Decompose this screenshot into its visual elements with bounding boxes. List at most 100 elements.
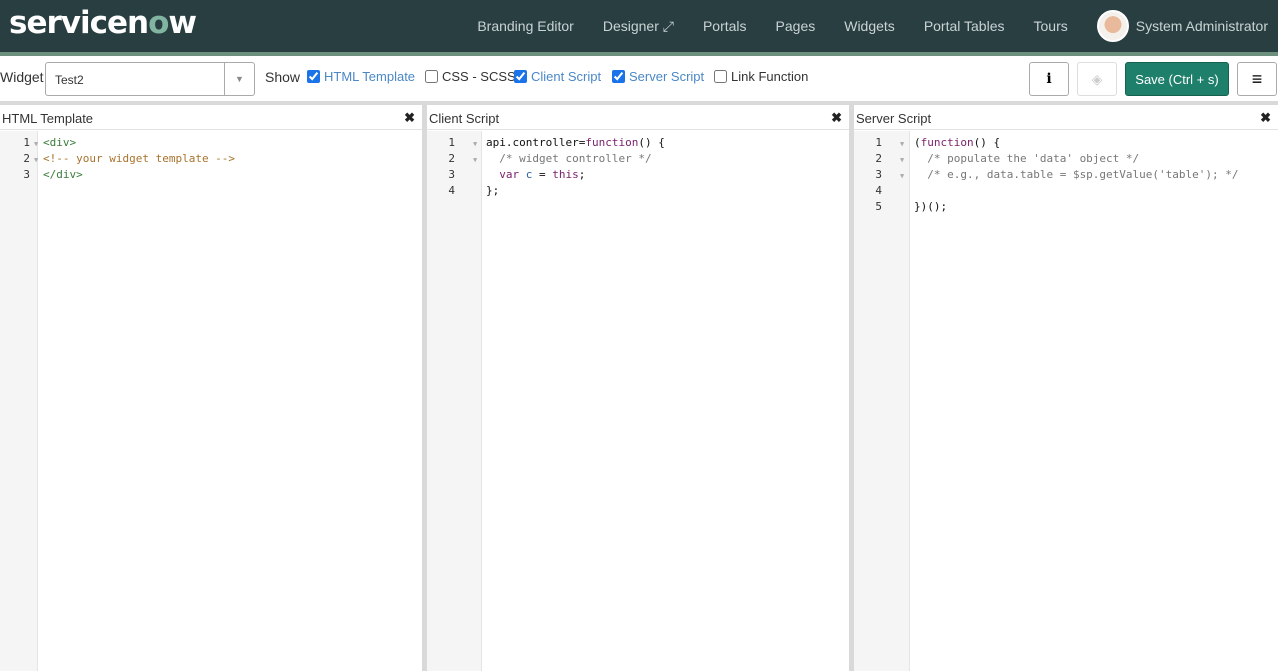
panel-title: Client Script xyxy=(429,111,500,126)
close-icon[interactable]: ✖ xyxy=(831,110,842,126)
code-token: () { xyxy=(638,136,665,149)
line-number: 3 xyxy=(23,168,30,181)
show-label: Show xyxy=(265,69,301,85)
user-name[interactable]: System Administrator xyxy=(1136,18,1268,34)
line-number: 1 xyxy=(875,136,882,149)
checkbox[interactable] xyxy=(714,70,727,83)
servicenow-logo[interactable]: servicenow xyxy=(9,5,197,41)
line-number: 5 xyxy=(875,200,882,213)
fold-arrow-icon[interactable]: ▼ xyxy=(900,172,904,180)
code-token: function xyxy=(585,136,639,149)
fold-arrow-icon xyxy=(900,204,904,212)
nav-item-branding-editor[interactable]: Branding Editor xyxy=(477,18,574,34)
code-token: /* e.g., data.table = $sp.getValue('tabl… xyxy=(914,168,1239,181)
chevron-down-icon[interactable]: ▼ xyxy=(224,63,254,95)
code-line: (function() { xyxy=(914,135,1239,151)
close-icon[interactable]: ✖ xyxy=(404,110,415,126)
panel-header: HTML Template ✖ xyxy=(0,105,422,130)
code-line: /* widget controller */ xyxy=(486,151,665,167)
checkbox[interactable] xyxy=(425,70,438,83)
code-token: /* populate the 'data' object */ xyxy=(914,152,1140,165)
show-option-server-script[interactable]: Server Script xyxy=(612,69,704,84)
fold-markers: ▼ ▼ xyxy=(470,135,477,199)
nav-item-pages[interactable]: Pages xyxy=(776,18,816,34)
fold-arrow-icon[interactable]: ▼ xyxy=(473,140,477,148)
top-navbar: servicenow Branding Editor Designer ⤢ Port… xyxy=(0,0,1278,56)
option-label: CSS - SCSS xyxy=(442,69,516,84)
fold-markers: ▼ ▼ ▼ xyxy=(897,135,904,215)
editor-panel-html-template: HTML Template ✖ 1 2 3 ▼ ▼ <div> <!-- your widge… xyxy=(0,105,422,671)
eye-slash-icon: ◈ xyxy=(1091,70,1103,87)
code-editor[interactable]: api.controller=function() { /* widget co… xyxy=(486,135,665,199)
show-option-html-template[interactable]: HTML Template xyxy=(307,69,415,84)
widget-label: Widget xyxy=(0,69,44,85)
info-button[interactable]: i xyxy=(1029,62,1069,96)
fold-arrow-icon xyxy=(34,172,38,180)
show-option-css-scss[interactable]: CSS - SCSS xyxy=(425,69,516,84)
fold-arrow-icon xyxy=(473,188,477,196)
nav-item-tours[interactable]: Tours xyxy=(1034,18,1068,34)
code-editor[interactable]: (function() { /* populate the 'data' obj… xyxy=(914,135,1239,215)
code-line: api.controller=function() { xyxy=(486,135,665,151)
checkbox[interactable] xyxy=(307,70,320,83)
fold-arrow-icon[interactable]: ▼ xyxy=(900,156,904,164)
code-line: var c = this; xyxy=(486,167,665,183)
hamburger-icon: ≡ xyxy=(1251,68,1263,89)
code-token: })(); xyxy=(914,200,948,213)
code-token: var xyxy=(486,168,526,181)
save-button[interactable]: Save (Ctrl + s) xyxy=(1125,62,1229,96)
close-icon[interactable]: ✖ xyxy=(1260,110,1271,126)
line-number: 2 xyxy=(875,152,882,165)
checkbox[interactable] xyxy=(612,70,625,83)
code-token: <div> xyxy=(43,136,77,149)
fold-arrow-icon[interactable]: ▼ xyxy=(34,140,38,148)
option-label: HTML Template xyxy=(324,69,416,84)
show-option-client-script[interactable]: Client Script xyxy=(514,69,601,84)
show-option-link-function[interactable]: Link Function xyxy=(714,69,808,84)
code-line: <!-- your widget template --> xyxy=(43,151,235,167)
line-number: 4 xyxy=(875,184,882,197)
widget-editor-toolbar: Widget Test2 ▼ Show HTML Template CSS - S… xyxy=(0,56,1278,101)
nav-item-designer[interactable]: Designer ⤢ xyxy=(603,18,674,35)
fold-arrow-icon xyxy=(900,188,904,196)
code-token: ; xyxy=(578,168,586,181)
nav-item-portal-tables[interactable]: Portal Tables xyxy=(924,18,1005,34)
nav-item-widgets[interactable]: Widgets xyxy=(844,18,895,34)
code-token: /* widget controller */ xyxy=(486,152,652,165)
code-token: this xyxy=(552,168,579,181)
option-label: Server Script xyxy=(629,69,705,84)
line-number: 3 xyxy=(448,168,455,181)
widget-select[interactable]: Test2 ▼ xyxy=(45,62,255,96)
fold-arrow-icon[interactable]: ▼ xyxy=(900,140,904,148)
avatar[interactable] xyxy=(1096,10,1129,42)
code-line: <div> xyxy=(43,135,235,151)
code-editor[interactable]: <div> <!-- your widget template --> </div> xyxy=(43,135,235,183)
nav-item-portals[interactable]: Portals xyxy=(703,18,747,34)
fold-markers: ▼ ▼ xyxy=(31,135,38,183)
info-icon: i xyxy=(1046,71,1052,87)
line-number: 2 xyxy=(448,152,455,165)
option-label: Client Script xyxy=(531,69,602,84)
fold-arrow-icon xyxy=(473,172,477,180)
preview-button[interactable]: ◈ xyxy=(1077,62,1117,96)
panel-header: Client Script ✖ xyxy=(427,105,849,130)
code-line: /* e.g., data.table = $sp.getValue('tabl… xyxy=(914,167,1239,183)
code-token: () { xyxy=(973,136,1001,149)
widget-select-value: Test2 xyxy=(55,73,84,87)
fold-arrow-icon[interactable]: ▼ xyxy=(34,156,38,164)
line-number: 1 xyxy=(23,136,30,149)
code-token: ( xyxy=(914,136,921,149)
code-token: }; xyxy=(486,184,500,197)
code-line: /* populate the 'data' object */ xyxy=(914,151,1239,167)
panel-title: HTML Template xyxy=(2,111,94,126)
line-number: 2 xyxy=(23,152,30,165)
code-line: }; xyxy=(486,183,665,199)
line-number: 4 xyxy=(448,184,455,197)
menu-button[interactable]: ≡ xyxy=(1237,62,1277,96)
code-token: </div> xyxy=(43,168,83,181)
code-token: <!-- your widget template --> xyxy=(43,152,236,165)
checkbox[interactable] xyxy=(514,70,527,83)
line-number: 1 xyxy=(448,136,455,149)
fold-arrow-icon[interactable]: ▼ xyxy=(473,156,477,164)
